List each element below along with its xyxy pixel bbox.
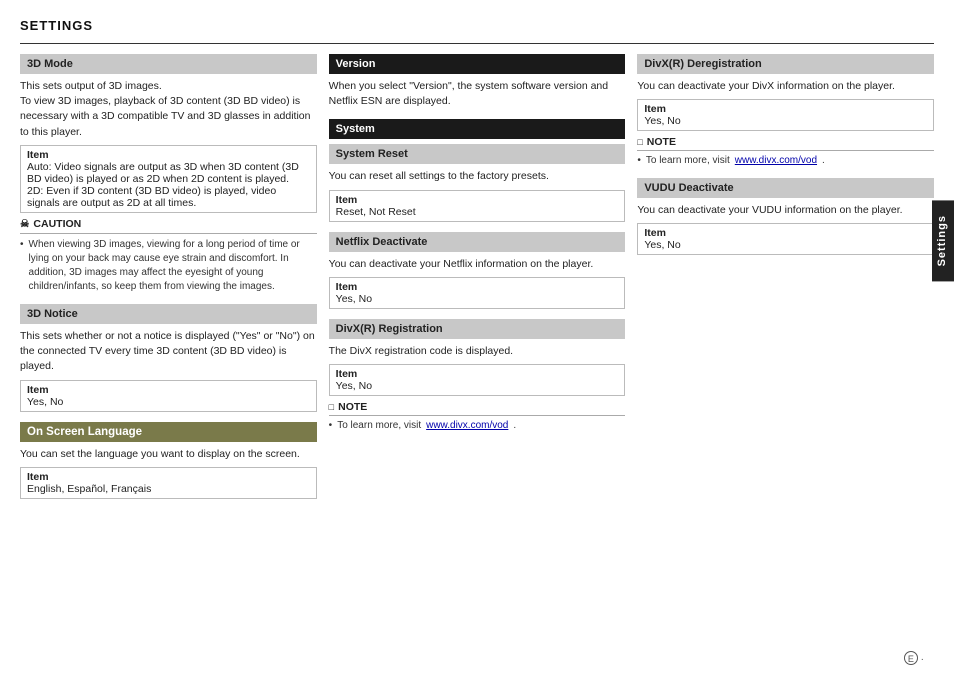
netflix-deactivate-item-label: Item bbox=[336, 281, 619, 293]
vudu-deactivate-text: You can deactivate your VUDU information… bbox=[637, 203, 934, 218]
caution-line bbox=[20, 233, 317, 234]
version-header: Version bbox=[329, 54, 626, 74]
section-system-reset: System Reset You can reset all settings … bbox=[329, 144, 626, 221]
divx-registration-item-label: Item bbox=[336, 368, 619, 380]
on-screen-language-item-box: Item English, Español, Français bbox=[20, 467, 317, 499]
top-divider bbox=[20, 43, 934, 44]
system-reset-text: You can reset all settings to the factor… bbox=[329, 169, 626, 184]
3d-mode-text: This sets output of 3D images.To view 3D… bbox=[20, 79, 317, 140]
3d-notice-item-box: Item Yes, No bbox=[20, 380, 317, 412]
section-netflix-deactivate: Netflix Deactivate You can deactivate yo… bbox=[329, 232, 626, 309]
vudu-deactivate-header: VUDU Deactivate bbox=[637, 178, 934, 198]
netflix-deactivate-header: Netflix Deactivate bbox=[329, 232, 626, 252]
system-reset-item-box: Item Reset, Not Reset bbox=[329, 190, 626, 222]
section-3d-mode: 3D Mode This sets output of 3D images.To… bbox=[20, 54, 317, 294]
divx-deregistration-note-text: To learn more, visit www.divx.com/vod. bbox=[637, 154, 934, 168]
netflix-deactivate-text: You can deactivate your Netflix informat… bbox=[329, 257, 626, 272]
system-reset-item-value: Reset, Not Reset bbox=[336, 206, 619, 218]
divx-deregistration-text: You can deactivate your DivX information… bbox=[637, 79, 934, 94]
system-reset-header: System Reset bbox=[329, 144, 626, 164]
divx-registration-note-title: □ NOTE bbox=[329, 401, 626, 413]
3d-mode-header: 3D Mode bbox=[20, 54, 317, 74]
note-icon-2: □ bbox=[637, 137, 642, 147]
3d-notice-text: This sets whether or not a notice is dis… bbox=[20, 329, 317, 375]
netflix-deactivate-item-value: Yes, No bbox=[336, 293, 619, 305]
divx-deregistration-note-line bbox=[637, 150, 934, 151]
version-text: When you select "Version", the system so… bbox=[329, 79, 626, 109]
divx-registration-note-line bbox=[329, 415, 626, 416]
on-screen-language-item-value: English, Español, Français bbox=[27, 483, 310, 495]
system-header: System bbox=[329, 119, 626, 139]
section-on-screen-language: On Screen Language You can set the langu… bbox=[20, 422, 317, 499]
page-indicator: E · bbox=[904, 651, 924, 665]
caution-label: CAUTION bbox=[33, 218, 81, 230]
3d-notice-item-label: Item bbox=[27, 384, 310, 396]
netflix-deactivate-item-box: Item Yes, No bbox=[329, 277, 626, 309]
divx-registration-note: □ NOTE To learn more, visit www.divx.com… bbox=[329, 401, 626, 433]
on-screen-language-item-label: Item bbox=[27, 471, 310, 483]
divx-registration-item-box: Item Yes, No bbox=[329, 364, 626, 396]
3d-mode-item-label: Item bbox=[27, 149, 310, 161]
3d-notice-header: 3D Notice bbox=[20, 304, 317, 324]
3d-notice-item-value: Yes, No bbox=[27, 396, 310, 408]
divx-deregistration-link[interactable]: www.divx.com/vod bbox=[735, 154, 817, 168]
divx-deregistration-item-label: Item bbox=[644, 103, 927, 115]
note-label: NOTE bbox=[338, 401, 367, 413]
note-label-2: NOTE bbox=[647, 136, 676, 148]
divx-deregistration-header: DivX(R) Deregistration bbox=[637, 54, 934, 74]
divx-deregistration-item-value: Yes, No bbox=[644, 115, 927, 127]
vudu-deactivate-item-box: Item Yes, No bbox=[637, 223, 934, 255]
3d-mode-item-value: Auto: Video signals are output as 3D whe… bbox=[27, 161, 310, 209]
divx-registration-item-value: Yes, No bbox=[336, 380, 619, 392]
page-number: E bbox=[904, 651, 918, 665]
column-1: 3D Mode This sets output of 3D images.To… bbox=[20, 54, 317, 509]
section-system: System System Reset You can reset all se… bbox=[329, 119, 626, 433]
page-container: SETTINGS 3D Mode This sets output of 3D … bbox=[0, 0, 954, 675]
divx-deregistration-item-box: Item Yes, No bbox=[637, 99, 934, 131]
column-2: Version When you select "Version", the s… bbox=[329, 54, 626, 443]
divx-registration-header: DivX(R) Registration bbox=[329, 319, 626, 339]
column-3: DivX(R) Deregistration You can deactivat… bbox=[637, 54, 934, 265]
on-screen-language-header: On Screen Language bbox=[20, 422, 317, 442]
divx-registration-text: The DivX registration code is displayed. bbox=[329, 344, 626, 359]
3d-mode-item-box: Item Auto: Video signals are output as 3… bbox=[20, 145, 317, 213]
divx-registration-link[interactable]: www.divx.com/vod bbox=[426, 419, 508, 433]
note-icon: □ bbox=[329, 402, 334, 412]
divx-registration-note-text: To learn more, visit www.divx.com/vod. bbox=[329, 419, 626, 433]
section-divx-registration: DivX(R) Registration The DivX registrati… bbox=[329, 319, 626, 433]
vudu-deactivate-item-value: Yes, No bbox=[644, 239, 927, 251]
on-screen-language-text: You can set the language you want to dis… bbox=[20, 447, 317, 462]
caution-title: ☠ CAUTION bbox=[20, 218, 317, 230]
columns-wrapper: 3D Mode This sets output of 3D images.To… bbox=[20, 54, 934, 509]
caution-icon: ☠ bbox=[20, 218, 29, 230]
page-title: SETTINGS bbox=[20, 18, 934, 33]
side-tab: Settings bbox=[932, 200, 954, 281]
system-reset-item-label: Item bbox=[336, 194, 619, 206]
section-divx-deregistration: DivX(R) Deregistration You can deactivat… bbox=[637, 54, 934, 168]
section-3d-notice: 3D Notice This sets whether or not a not… bbox=[20, 304, 317, 412]
caution-box: ☠ CAUTION When viewing 3D images, viewin… bbox=[20, 218, 317, 294]
divx-deregistration-note-title: □ NOTE bbox=[637, 136, 934, 148]
caution-text: When viewing 3D images, viewing for a lo… bbox=[20, 238, 317, 294]
section-vudu-deactivate: VUDU Deactivate You can deactivate your … bbox=[637, 178, 934, 255]
section-version: Version When you select "Version", the s… bbox=[329, 54, 626, 109]
vudu-deactivate-item-label: Item bbox=[644, 227, 927, 239]
divx-deregistration-note: □ NOTE To learn more, visit www.divx.com… bbox=[637, 136, 934, 168]
